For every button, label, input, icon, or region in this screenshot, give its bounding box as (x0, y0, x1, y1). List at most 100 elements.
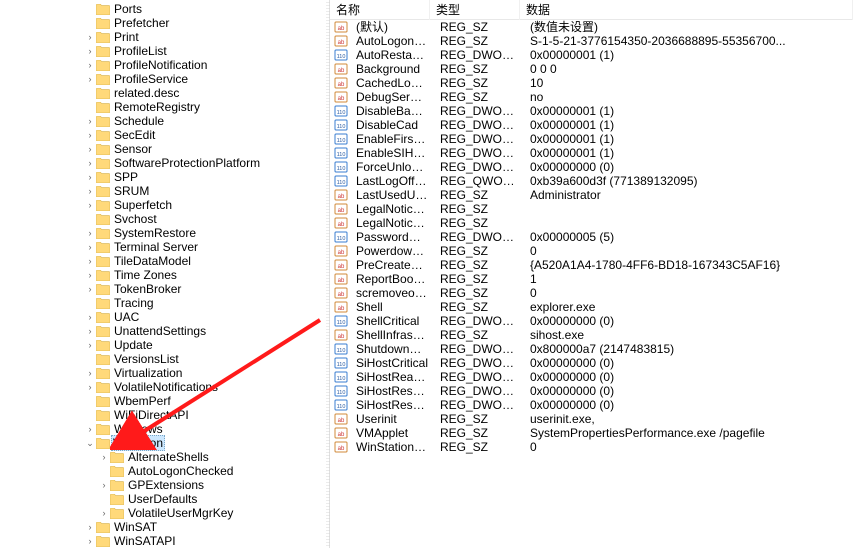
value-row[interactable]: abDebugServerCo...REG_SZno (330, 90, 853, 104)
tree-item-profilelist[interactable]: ›ProfileList (0, 44, 329, 58)
value-row[interactable]: 110PasswordExpiry...REG_DWORD0x00000005 … (330, 230, 853, 244)
value-row[interactable]: 110EnableSIHostIn...REG_DWORD0x00000001 … (330, 146, 853, 160)
tree-item-virtualization[interactable]: ›Virtualization (0, 366, 329, 380)
tree-item-winsat[interactable]: ›WinSAT (0, 520, 329, 534)
tree-item-tracing[interactable]: Tracing (0, 296, 329, 310)
chevron-right-icon[interactable]: › (84, 366, 96, 380)
chevron-right-icon[interactable]: › (84, 170, 96, 184)
tree-item-softwareprotectionplatform[interactable]: ›SoftwareProtectionPlatform (0, 156, 329, 170)
tree-item-secedit[interactable]: ›SecEdit (0, 128, 329, 142)
chevron-right-icon[interactable]: › (84, 422, 96, 436)
value-row[interactable]: abPowerdownAfte...REG_SZ0 (330, 244, 853, 258)
tree-item-autologonchecked[interactable]: AutoLogonChecked (0, 464, 329, 478)
tree-item-wifidirectapi[interactable]: WiFiDirectAPI (0, 408, 329, 422)
value-row[interactable]: 110SiHostCriticalREG_DWORD0x00000000 (0) (330, 356, 853, 370)
tree-item-superfetch[interactable]: ›Superfetch (0, 198, 329, 212)
value-row[interactable]: abVMAppletREG_SZSystemPropertiesPerforma… (330, 426, 853, 440)
value-row[interactable]: abLegalNoticeTextREG_SZ (330, 216, 853, 230)
chevron-right-icon[interactable]: › (84, 380, 96, 394)
tree-item-windows[interactable]: ›Windows (0, 422, 329, 436)
tree-item-volatileusermgrkey[interactable]: ›VolatileUserMgrKey (0, 506, 329, 520)
value-row[interactable]: 110DisableBackBut...REG_DWORD0x00000001 … (330, 104, 853, 118)
chevron-right-icon[interactable]: › (84, 58, 96, 72)
chevron-right-icon[interactable]: › (84, 268, 96, 282)
chevron-right-icon[interactable]: › (84, 310, 96, 324)
tree-item-svchost[interactable]: Svchost (0, 212, 329, 226)
chevron-right-icon[interactable]: › (84, 114, 96, 128)
tree-item-sensor[interactable]: ›Sensor (0, 142, 329, 156)
value-row[interactable]: abPreCreateKnow...REG_SZ{A520A1A4-1780-4… (330, 258, 853, 272)
tree-item-profilenotification[interactable]: ›ProfileNotification (0, 58, 329, 72)
tree-item-unattendsettings[interactable]: ›UnattendSettings (0, 324, 329, 338)
chevron-right-icon[interactable]: › (84, 282, 96, 296)
tree-item-update[interactable]: ›Update (0, 338, 329, 352)
splitter[interactable] (326, 0, 330, 548)
value-row[interactable]: abWinStationsDis...REG_SZ0 (330, 440, 853, 454)
chevron-right-icon[interactable]: › (84, 44, 96, 58)
column-header-name[interactable]: 名称 (330, 0, 430, 20)
tree-item-prefetcher[interactable]: Prefetcher (0, 16, 329, 30)
value-row[interactable]: abLegalNoticeCap...REG_SZ (330, 202, 853, 216)
chevron-right-icon[interactable]: › (84, 226, 96, 240)
value-row[interactable]: abBackgroundREG_SZ0 0 0 (330, 62, 853, 76)
chevron-right-icon[interactable]: › (84, 30, 96, 44)
chevron-right-icon[interactable]: › (98, 478, 110, 492)
tree-item-profileservice[interactable]: ›ProfileService (0, 72, 329, 86)
chevron-right-icon[interactable]: › (84, 338, 96, 352)
tree-item-volatilenotifications[interactable]: ›VolatileNotifications (0, 380, 329, 394)
tree-pane[interactable]: PortsPrefetcher›Print›ProfileList›Profil… (0, 0, 330, 548)
chevron-right-icon[interactable]: › (84, 128, 96, 142)
tree-item-userdefaults[interactable]: UserDefaults (0, 492, 329, 506)
tree-item-time-zones[interactable]: ›Time Zones (0, 268, 329, 282)
value-row[interactable]: 110SiHostReadyTi...REG_DWORD0x00000000 (… (330, 370, 853, 384)
chevron-right-icon[interactable]: › (84, 324, 96, 338)
column-header-data[interactable]: 数据 (520, 0, 853, 20)
value-row[interactable]: 110EnableFirstLogo...REG_DWORD0x00000001… (330, 132, 853, 146)
values-pane[interactable]: 名称 类型 数据 ab(默认)REG_SZ(数值未设置)abAutoLogonS… (330, 0, 853, 548)
chevron-right-icon[interactable]: › (84, 184, 96, 198)
tree-item-alternateshells[interactable]: ›AlternateShells (0, 450, 329, 464)
tree-item-spp[interactable]: ›SPP (0, 170, 329, 184)
value-row[interactable]: ab(默认)REG_SZ(数值未设置) (330, 20, 853, 34)
tree-item-schedule[interactable]: ›Schedule (0, 114, 329, 128)
chevron-down-icon[interactable]: ⌄ (84, 436, 96, 450)
tree-item-ports[interactable]: Ports (0, 2, 329, 16)
tree-item-remoteregistry[interactable]: RemoteRegistry (0, 100, 329, 114)
value-row[interactable]: abUserinitREG_SZuserinit.exe, (330, 412, 853, 426)
value-row[interactable]: abReportBootOkREG_SZ1 (330, 272, 853, 286)
value-row[interactable]: 110ShutdownFlagsREG_DWORD0x800000a7 (214… (330, 342, 853, 356)
chevron-right-icon[interactable]: › (84, 72, 96, 86)
value-row[interactable]: 110DisableCadREG_DWORD0x00000001 (1) (330, 118, 853, 132)
chevron-right-icon[interactable]: › (98, 506, 110, 520)
tree-item-winsatapi[interactable]: ›WinSATAPI (0, 534, 329, 548)
chevron-right-icon[interactable]: › (84, 534, 96, 548)
value-row[interactable]: 110SiHostRestartC...REG_DWORD0x00000000 … (330, 384, 853, 398)
chevron-right-icon[interactable]: › (84, 520, 96, 534)
chevron-right-icon[interactable]: › (84, 254, 96, 268)
tree-item-tokenbroker[interactable]: ›TokenBroker (0, 282, 329, 296)
tree-item-winlogon[interactable]: ⌄Winlogon (0, 436, 329, 450)
chevron-right-icon[interactable]: › (84, 156, 96, 170)
tree-item-systemrestore[interactable]: ›SystemRestore (0, 226, 329, 240)
value-row[interactable]: 110LastLogOffEndT...REG_QWORD0xb39a600d3… (330, 174, 853, 188)
value-row[interactable]: 110AutoRestartShellREG_DWORD0x00000001 (… (330, 48, 853, 62)
tree-item-gpextensions[interactable]: ›GPExtensions (0, 478, 329, 492)
tree-item-terminal-server[interactable]: ›Terminal Server (0, 240, 329, 254)
chevron-right-icon[interactable]: › (98, 450, 110, 464)
value-row[interactable]: abShellInfrastruct...REG_SZsihost.exe (330, 328, 853, 342)
tree-item-tiledatamodel[interactable]: ›TileDataModel (0, 254, 329, 268)
tree-item-srum[interactable]: ›SRUM (0, 184, 329, 198)
tree-item-related-desc[interactable]: related.desc (0, 86, 329, 100)
chevron-right-icon[interactable]: › (84, 142, 96, 156)
value-row[interactable]: abShellREG_SZexplorer.exe (330, 300, 853, 314)
value-row[interactable]: abLastUsedUsern...REG_SZAdministrator (330, 188, 853, 202)
chevron-right-icon[interactable]: › (84, 198, 96, 212)
value-row[interactable]: abscremoveoptionREG_SZ0 (330, 286, 853, 300)
value-row[interactable]: 110ShellCriticalREG_DWORD0x00000000 (0) (330, 314, 853, 328)
value-row[interactable]: 110SiHostRestartTi...REG_DWORD0x00000000… (330, 398, 853, 412)
value-row[interactable]: abAutoLogonSIDREG_SZS-1-5-21-3776154350-… (330, 34, 853, 48)
chevron-right-icon[interactable]: › (84, 240, 96, 254)
column-header-type[interactable]: 类型 (430, 0, 520, 20)
tree-item-print[interactable]: ›Print (0, 30, 329, 44)
tree-item-wbemperf[interactable]: WbemPerf (0, 394, 329, 408)
